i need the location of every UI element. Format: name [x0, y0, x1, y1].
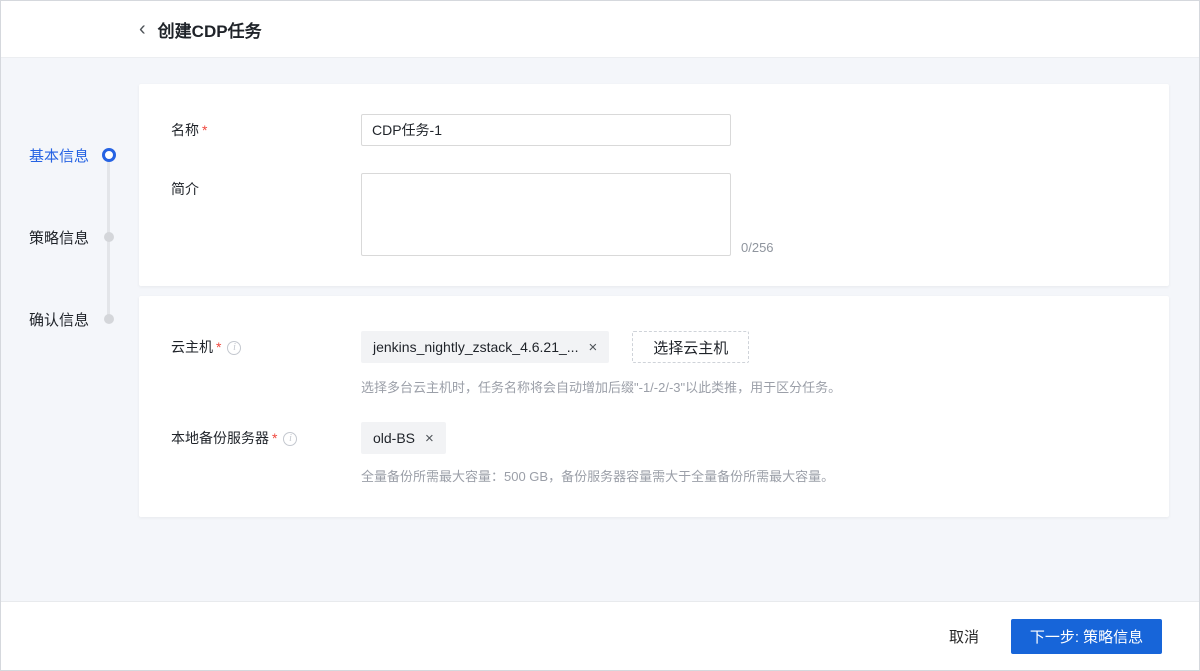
required-asterisk: * [202, 122, 208, 138]
stepper-step-policy-info[interactable]: 策略信息 [29, 227, 117, 247]
stepper-step-label: 确认信息 [29, 311, 90, 329]
backup-server-tag-text: old-BS [373, 430, 416, 446]
back-icon[interactable]: ‹ [139, 19, 146, 39]
wizard-stepper: 基本信息 策略信息 确认信息 [1, 58, 139, 601]
page-body: 基本信息 策略信息 确认信息 名称 * CDP任务-1 简介 0/256 云主机… [1, 58, 1199, 601]
stepper-pending-dot [101, 229, 117, 245]
info-icon[interactable]: i [283, 432, 298, 447]
name-label: 名称 * [171, 114, 361, 146]
backup-server-selected-tag: old-BS × [361, 422, 446, 454]
select-vm-button[interactable]: 选择云主机 [632, 331, 750, 363]
page-header: ‹ 创建CDP任务 [1, 1, 1199, 58]
vm-field-row: 云主机 * i jenkins_nightly_zstack_4.6.21_... … [171, 331, 1139, 396]
name-field-row: 名称 * [171, 114, 1139, 146]
backup-server-field-row: 本地备份服务器 * i old-BS × 全量备份所需最大容量：500 GB，备份服… [171, 422, 1139, 485]
description-label-text: 简介 [171, 181, 199, 197]
required-asterisk: * [216, 339, 222, 355]
stepper-pending-dot [101, 311, 117, 327]
backup-server-hint-text: 全量备份所需最大容量：500 GB，备份服务器容量需大于全量备份所需最大容量。 [361, 469, 835, 484]
description-textarea-wrap: 0/256 [361, 173, 774, 256]
description-textarea[interactable] [361, 173, 731, 256]
description-label: 简介 [171, 173, 361, 256]
description-field-row: 简介 0/256 [171, 173, 1139, 256]
wizard-footer: 取消 下一步: 策略信息 [1, 601, 1199, 670]
vm-label-text: 云主机 [171, 339, 213, 355]
vm-tag-row: jenkins_nightly_zstack_4.6.21_... × 选择云主… [361, 331, 841, 363]
vm-label: 云主机 * i [171, 331, 361, 396]
vm-selected-tag: jenkins_nightly_zstack_4.6.21_... × [361, 331, 610, 363]
info-icon[interactable]: i [227, 341, 242, 356]
vm-hint-text: 选择多台云主机时，任务名称将会自动增加后缀"-1/-2/-3"以此类推，用于区分… [361, 380, 842, 395]
name-label-text: 名称 [171, 122, 199, 138]
stepper-step-label: 策略信息 [29, 229, 90, 247]
resource-card: 云主机 * i jenkins_nightly_zstack_4.6.21_... … [139, 296, 1169, 517]
backup-server-label-text: 本地备份服务器 [171, 430, 269, 446]
create-cdp-task-window: ‹ 创建CDP任务 基本信息 策略信息 确认信息 名称 * CDP任务-1 简介… [0, 0, 1200, 671]
backup-server-tag-row: old-BS × [361, 422, 834, 454]
stepper-step-label: 基本信息 [29, 147, 90, 165]
form-content: 名称* 简介 0/256 云主机 [139, 84, 1169, 517]
backup-server-tag-close-icon[interactable]: × [425, 431, 434, 446]
backup-server-field-content: old-BS × 全量备份所需最大容量：500 GB，备份服务器容量需大于全量备… [361, 422, 834, 485]
page-title: 创建CDP任务 [157, 21, 262, 41]
required-asterisk: * [272, 430, 278, 446]
stepper-step-confirm-info[interactable]: 确认信息 [29, 309, 117, 329]
stepper-step-basic-info[interactable]: 基本信息 [29, 145, 117, 165]
next-step-button[interactable]: 下一步: 策略信息 [1011, 618, 1162, 654]
vm-tag-text: jenkins_nightly_zstack_4.6.21_... [373, 339, 579, 355]
backup-server-label: 本地备份服务器 * i [171, 422, 361, 485]
stepper-active-dot [101, 147, 117, 163]
name-input[interactable] [361, 114, 731, 146]
vm-field-content: jenkins_nightly_zstack_4.6.21_... × 选择云主… [361, 331, 841, 396]
vm-tag-close-icon[interactable]: × [588, 340, 597, 355]
basic-info-card: 名称* 简介 0/256 [139, 84, 1169, 286]
cancel-button[interactable]: 取消 [949, 626, 979, 647]
char-counter: 0/256 [741, 240, 774, 256]
